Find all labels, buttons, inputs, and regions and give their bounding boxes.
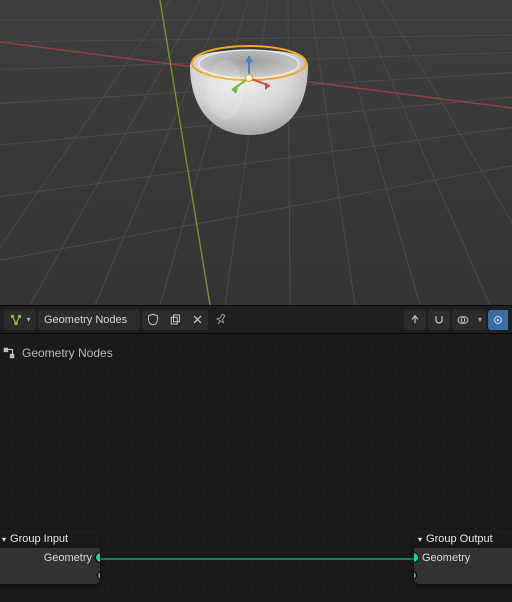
node-tree-name-input[interactable]: Geometry Nodes: [38, 310, 140, 330]
snap-icon: [433, 313, 445, 327]
input-socket-virtual[interactable]: [414, 572, 416, 579]
view-icon: [493, 313, 503, 327]
chevron-down-icon: ▾: [478, 315, 482, 324]
breadcrumb-label: Geometry Nodes: [22, 346, 113, 360]
node-title-text: Group Output: [426, 533, 493, 545]
viewport-canvas: [0, 0, 512, 305]
fake-user-button[interactable]: [142, 310, 164, 330]
snap-button[interactable]: [428, 310, 450, 330]
breadcrumb: Geometry Nodes: [2, 346, 113, 360]
shield-icon: [147, 313, 159, 326]
node-title-text: Group Input: [10, 533, 68, 545]
unlink-node-tree-button[interactable]: [186, 310, 208, 330]
node-title-bar[interactable]: ▾ Group Input: [0, 530, 100, 548]
node-tree-icon: [9, 313, 23, 327]
pin-icon: [215, 313, 227, 326]
node-socket-row: Geometry: [414, 548, 512, 568]
socket-label: Geometry: [44, 552, 92, 564]
node-socket-row: [0, 568, 100, 584]
node-title-bar[interactable]: ▾ Group Output: [414, 530, 512, 548]
input-socket-geometry[interactable]: [414, 553, 418, 562]
chevron-down-icon: ▾: [2, 535, 6, 544]
node-editor-area[interactable]: Geometry Nodes ▾ Group Input Geometry ▾ …: [0, 334, 512, 602]
node-socket-row: [414, 568, 512, 584]
chevron-down-icon: ▾: [418, 535, 422, 544]
node-tree-icon: [2, 346, 16, 360]
node-editor-header: ▾ Geometry Nodes: [0, 305, 512, 334]
viewport-3d[interactable]: [0, 0, 512, 305]
output-socket-geometry[interactable]: [96, 553, 100, 562]
node-link-geometry[interactable]: [100, 558, 416, 560]
overlay-icon: [457, 313, 469, 327]
go-parent-icon: [409, 313, 421, 326]
socket-label: Geometry: [422, 552, 470, 564]
go-parent-button[interactable]: [404, 310, 426, 330]
node-socket-row: Geometry: [0, 548, 100, 568]
chevron-down-icon: ▾: [26, 315, 30, 324]
pin-button[interactable]: [210, 310, 232, 330]
new-copy-icon: [169, 313, 181, 326]
view-button[interactable]: [488, 310, 508, 330]
overlay-dropdown[interactable]: ▾: [474, 310, 486, 330]
node-group-output[interactable]: ▾ Group Output Geometry: [414, 530, 512, 584]
node-tree-name-text: Geometry Nodes: [44, 314, 127, 326]
overlay-button[interactable]: [452, 310, 474, 330]
node-group-input[interactable]: ▾ Group Input Geometry: [0, 530, 100, 584]
new-node-tree-button[interactable]: [164, 310, 186, 330]
close-icon: [192, 314, 203, 325]
output-socket-virtual[interactable]: [98, 572, 100, 579]
editor-type-selector[interactable]: ▾: [4, 310, 36, 330]
